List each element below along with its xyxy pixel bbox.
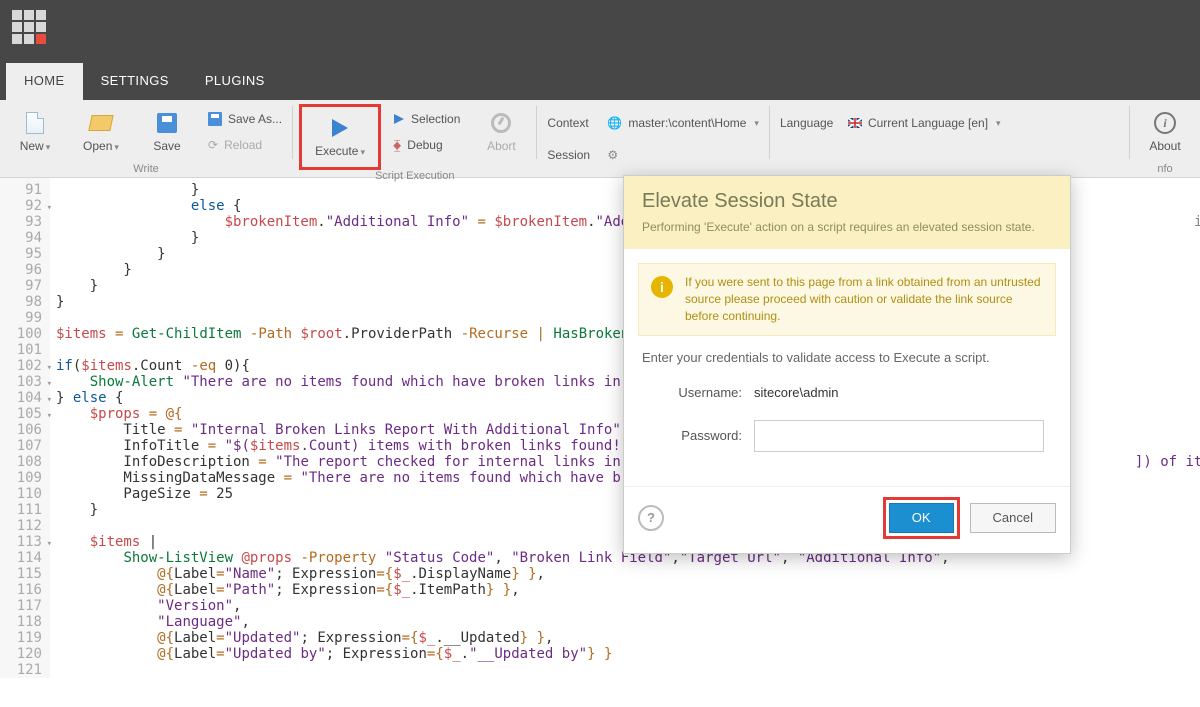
execute-button[interactable]: Execute▾ — [308, 109, 372, 165]
tab-home[interactable]: HOME — [6, 63, 83, 100]
warning-text: If you were sent to this page from a lin… — [685, 274, 1043, 324]
warning-box: i If you were sent to this page from a l… — [638, 263, 1056, 335]
execute-highlight: Execute▾ — [299, 104, 381, 170]
play-icon — [328, 116, 352, 140]
cancel-button[interactable]: Cancel — [970, 503, 1056, 533]
about-button[interactable]: i About — [1136, 104, 1194, 160]
play-icon — [393, 113, 405, 125]
save-icon — [155, 111, 179, 135]
abort-button[interactable]: Abort — [472, 104, 530, 160]
folder-open-icon — [89, 111, 113, 135]
selection-button[interactable]: Selection — [389, 108, 464, 130]
dialog-header: Elevate Session State Performing 'Execut… — [624, 176, 1070, 249]
titlebar — [0, 0, 1200, 56]
gear-icon: ⚙ — [607, 148, 618, 162]
bug-icon: ⧱ — [393, 138, 401, 153]
username-label: Username: — [638, 385, 754, 400]
group-label: Write — [6, 163, 286, 177]
abort-icon — [489, 111, 513, 135]
username-value: sitecore\admin — [754, 385, 839, 400]
ribbon-tabs: HOME SETTINGS PLUGINS — [0, 56, 1200, 100]
reload-button[interactable]: ⟳ Reload — [204, 134, 286, 156]
help-button[interactable]: ? — [638, 505, 664, 531]
reload-icon: ⟳ — [208, 138, 218, 152]
new-button[interactable]: New▾ — [6, 104, 64, 160]
language-field[interactable]: Language Current Language [en]▾ — [776, 112, 1005, 134]
credentials-prompt: Enter your credentials to validate acces… — [642, 350, 1056, 365]
context-field[interactable]: Context 🌐 master:\content\Home▾ — [543, 112, 763, 134]
tab-plugins[interactable]: PLUGINS — [187, 63, 283, 100]
save-button[interactable]: Save — [138, 104, 196, 160]
session-field[interactable]: Session ⚙ — [543, 144, 763, 166]
ok-highlight: OK — [883, 497, 960, 539]
app-logo[interactable] — [12, 10, 48, 46]
ok-button[interactable]: OK — [889, 503, 954, 533]
ribbon: New▾ Open▾ Save Save As... ⟳ Reload — [0, 100, 1200, 178]
dialog-subtitle: Performing 'Execute' action on a script … — [642, 219, 1052, 235]
tab-settings[interactable]: SETTINGS — [83, 63, 187, 100]
gutter: 9192▾93949596979899100101102▾103▾104▾105… — [0, 178, 50, 678]
info-icon: i — [1153, 111, 1177, 135]
elevate-session-dialog: Elevate Session State Performing 'Execut… — [623, 175, 1071, 554]
open-button[interactable]: Open▾ — [72, 104, 130, 160]
document-icon — [23, 111, 47, 135]
dialog-title: Elevate Session State — [642, 190, 1052, 213]
password-label: Password: — [638, 428, 754, 443]
globe-icon: 🌐 — [607, 116, 622, 130]
group-label: nfo — [1136, 163, 1194, 177]
warning-icon: i — [651, 276, 673, 298]
save-as-button[interactable]: Save As... — [204, 108, 286, 130]
debug-button[interactable]: ⧱ Debug — [389, 134, 464, 156]
save-icon — [208, 112, 222, 126]
password-input[interactable] — [754, 420, 1044, 452]
flag-icon — [848, 118, 862, 128]
